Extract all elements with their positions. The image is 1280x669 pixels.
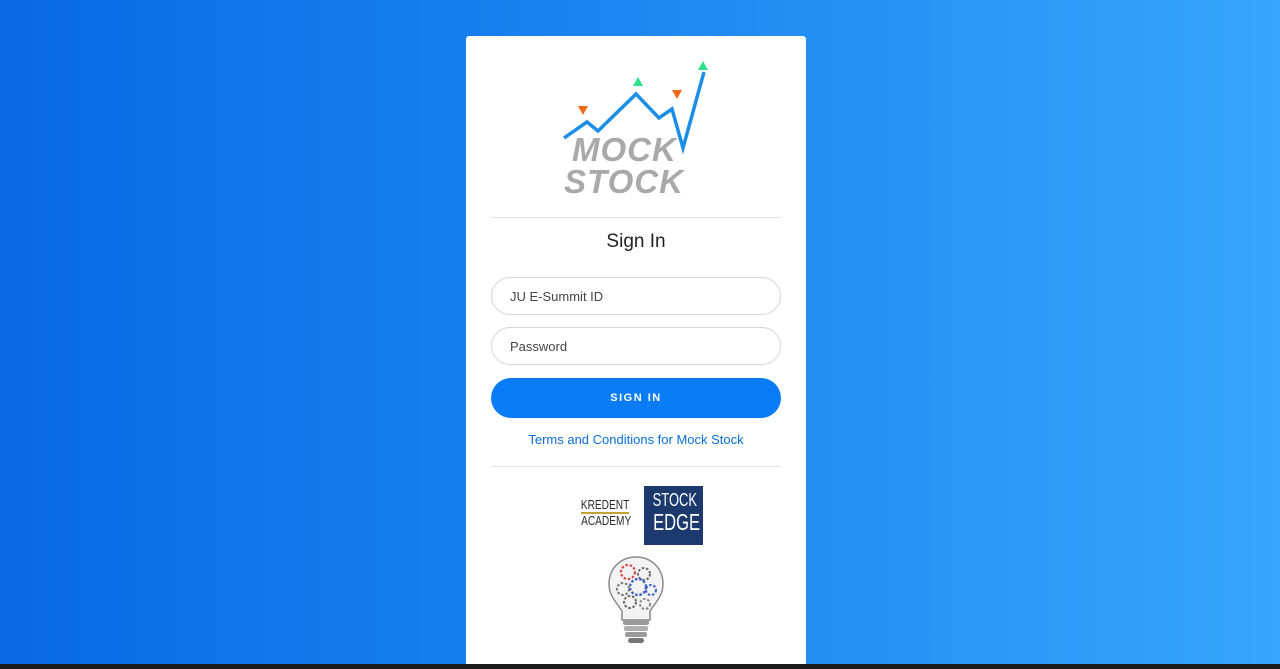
- signin-card: MOCK STOCK Sign In SIGN IN Terms and Con…: [466, 36, 806, 669]
- triangle-down-icon: [672, 90, 682, 99]
- terms-link[interactable]: Terms and Conditions for Mock Stock: [491, 432, 781, 447]
- triangle-up-icon: [698, 61, 708, 70]
- page-title: Sign In: [606, 231, 666, 252]
- kredent-line-2: ACADEMY: [581, 513, 632, 528]
- kredent-academy-logo: KREDENT ACADEMY: [574, 498, 631, 528]
- stockedge-line-1: STOCK: [652, 490, 698, 510]
- triangle-down-icon: [578, 106, 588, 115]
- stockedge-logo: STOCK EDGE: [644, 486, 703, 545]
- divider-bottom: [491, 466, 781, 467]
- sign-in-button[interactable]: SIGN IN: [491, 378, 781, 418]
- esummit-id-input[interactable]: [491, 277, 781, 315]
- kredent-line-1: KREDENT: [580, 497, 630, 514]
- stockedge-line-2: EDGE: [653, 509, 701, 535]
- lightbulb-gears-icon: [606, 554, 666, 654]
- divider-top: [491, 217, 781, 218]
- logo-line-1: MOCK: [572, 131, 677, 168]
- logo-wordmark: MOCK STOCK: [564, 131, 684, 200]
- password-input[interactable]: [491, 327, 781, 365]
- triangle-up-icon: [633, 77, 643, 86]
- bottom-bar: [0, 664, 1280, 669]
- mock-stock-logo: MOCK STOCK: [556, 58, 716, 208]
- logo-line-2: STOCK: [564, 163, 684, 200]
